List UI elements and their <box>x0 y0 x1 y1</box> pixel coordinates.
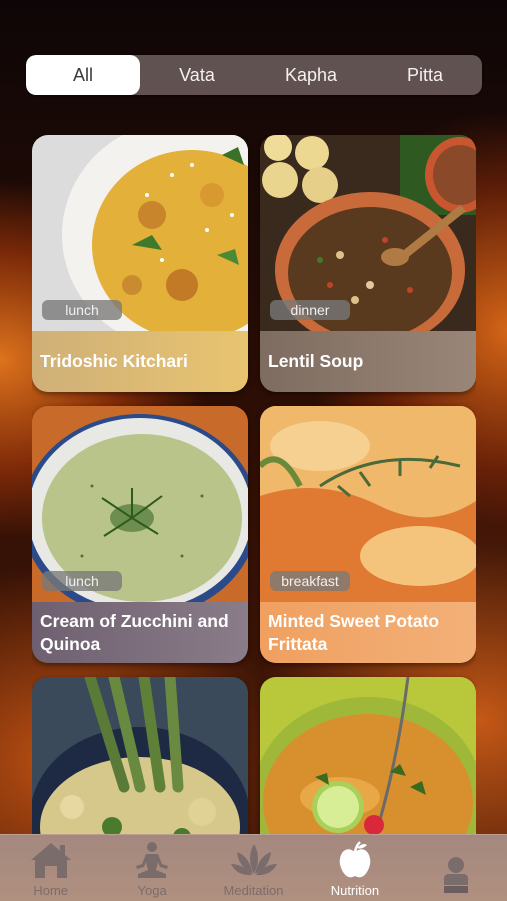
recipe-grid: lunch Tridoshic Kitchari dinner Lentil S… <box>32 135 476 835</box>
meal-tag: lunch <box>42 571 122 591</box>
recipe-card[interactable]: lunch Cream of Zucchini and Quinoa <box>32 406 248 663</box>
tab-bar: Home Yoga Meditation Nutrition <box>0 834 507 901</box>
recipe-photo-curry <box>260 677 476 835</box>
lotus-icon <box>230 844 277 876</box>
tab-meditation-label: Meditation <box>223 883 284 898</box>
recipe-title: Lentil Soup <box>260 331 476 392</box>
recipe-card[interactable] <box>32 677 248 835</box>
tab-yoga-label: Yoga <box>137 883 167 898</box>
dosha-filter: All Vata Kapha Pitta <box>26 55 482 95</box>
segment-all[interactable]: All <box>26 55 140 95</box>
recipe-photo-asparagus <box>32 677 248 835</box>
recipe-card[interactable]: lunch Tridoshic Kitchari <box>32 135 248 392</box>
home-icon <box>30 843 71 878</box>
recipe-card[interactable]: dinner Lentil Soup <box>260 135 476 392</box>
tab-home[interactable]: Home <box>0 835 101 901</box>
recipe-title: Cream of Zucchini and Quinoa <box>32 602 248 663</box>
tab-meditation[interactable]: Meditation <box>203 835 304 901</box>
meal-tag: dinner <box>270 300 350 320</box>
recipe-title: Minted Sweet Potato Frittata <box>260 602 476 663</box>
recipe-card[interactable]: breakfast Minted Sweet Potato Frittata <box>260 406 476 663</box>
yoga-icon <box>136 842 169 878</box>
person-icon <box>444 857 469 893</box>
tab-profile[interactable] <box>406 835 507 901</box>
recipe-card[interactable] <box>260 677 476 835</box>
tab-nutrition-label: Nutrition <box>330 883 380 898</box>
tab-nutrition[interactable]: Nutrition <box>304 835 405 901</box>
tab-yoga[interactable]: Yoga <box>101 835 202 901</box>
meal-tag: breakfast <box>270 571 350 591</box>
apple-icon <box>339 841 371 878</box>
tab-home-label: Home <box>33 883 69 898</box>
segment-pitta[interactable]: Pitta <box>368 55 482 95</box>
segment-kapha[interactable]: Kapha <box>254 55 368 95</box>
segment-vata[interactable]: Vata <box>140 55 254 95</box>
recipe-title: Tridoshic Kitchari <box>32 331 248 392</box>
meal-tag: lunch <box>42 300 122 320</box>
